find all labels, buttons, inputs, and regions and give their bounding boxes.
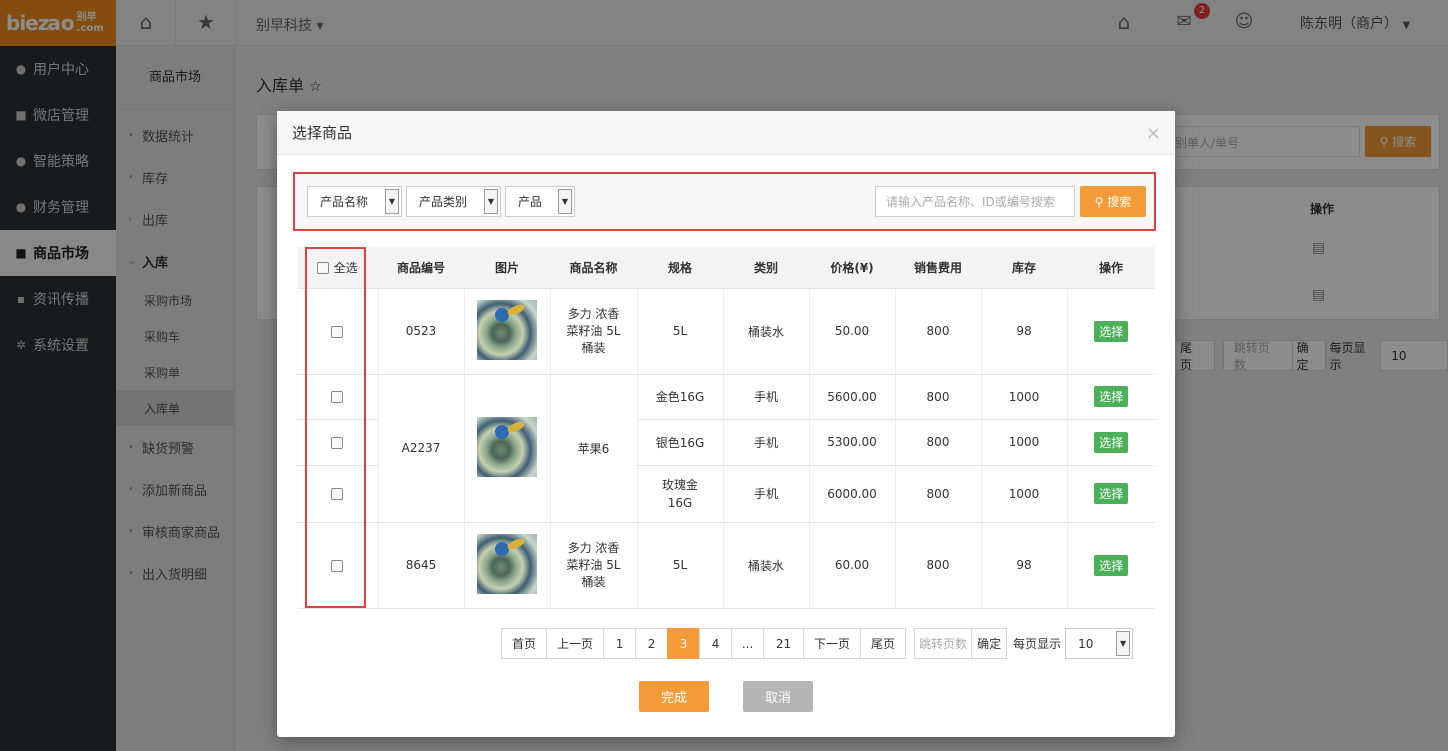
cell-code: 8645 — [377, 522, 464, 609]
row-checkbox[interactable] — [331, 391, 344, 403]
col-category: 类别 — [723, 247, 809, 289]
first-page-button[interactable]: 首页 — [501, 628, 548, 659]
modal-header: 选择商品 — [277, 111, 1175, 155]
col-name: 商品名称 — [550, 247, 637, 289]
page-21[interactable]: 21 — [763, 628, 805, 659]
cell-fee: 800 — [894, 419, 981, 466]
cell-stock: 1000 — [980, 374, 1067, 420]
table-row: A2237 苹果6 金色16G 手机 5600.00 800 1000 选择 — [297, 374, 1155, 523]
jump-page-input[interactable]: 跳转页数 — [914, 628, 973, 659]
cell-price: 6000.00 — [808, 465, 895, 523]
last-page-button[interactable]: 尾页 — [860, 628, 907, 659]
close-icon[interactable]: × — [1146, 123, 1161, 144]
cell-stock: 1000 — [980, 465, 1067, 523]
cell-spec: 银色16G — [636, 419, 723, 466]
product-category-select[interactable]: 产品类别 ▼ — [406, 186, 501, 217]
pagination: 首页 上一页 1 2 3 4 ... 21 下一页 尾页 跳转页数 确定 每页显… — [501, 628, 1134, 659]
chevron-down-icon: ▼ — [558, 189, 572, 214]
select-button[interactable]: 选择 — [1094, 483, 1129, 504]
page-1[interactable]: 1 — [603, 628, 637, 659]
confirm-jump-button[interactable]: 确定 — [971, 628, 1008, 659]
cell-spec: 5L — [636, 522, 723, 609]
cancel-button[interactable]: 取消 — [743, 681, 813, 712]
select-all-checkbox[interactable] — [317, 262, 330, 275]
cell-code: A2237 — [377, 374, 464, 523]
col-fee: 销售费用 — [895, 247, 981, 289]
product-table: 全选 商品编号 图片 商品名称 规格 类别 价格(¥) 销售费用 库存 操作 0… — [297, 247, 1155, 609]
select-button[interactable]: 选择 — [1094, 431, 1129, 453]
product-image — [477, 299, 537, 360]
cell-name: 苹果6 — [549, 374, 637, 523]
select-button[interactable]: 选择 — [1094, 386, 1129, 407]
cell-category: 手机 — [722, 419, 809, 466]
col-code: 商品编号 — [378, 247, 464, 289]
pagesize-label: 每页显示 — [1013, 637, 1062, 651]
pagesize-select[interactable]: 10 ▼ — [1065, 628, 1134, 659]
cell-code: 0523 — [377, 288, 464, 375]
search-input[interactable]: 请输入产品名称、ID或编号搜索 — [875, 186, 1075, 217]
page-4[interactable]: 4 — [699, 628, 733, 659]
cell-fee: 800 — [894, 522, 981, 609]
done-button[interactable]: 完成 — [639, 681, 709, 712]
col-image: 图片 — [464, 247, 550, 289]
cell-spec: 5L — [636, 288, 723, 375]
chevron-down-icon: ▼ — [1116, 631, 1131, 656]
cell-stock: 98 — [980, 288, 1067, 375]
cell-category: 桶装水 — [722, 288, 809, 375]
cell-stock: 1000 — [980, 419, 1067, 466]
product-image — [477, 533, 537, 594]
cell-name: 多力 浓香菜籽油 5L 桶装 — [549, 522, 637, 609]
cell-category: 手机 — [722, 374, 809, 420]
cell-fee: 800 — [894, 288, 981, 375]
table-header-row: 全选 商品编号 图片 商品名称 规格 类别 价格(¥) 销售费用 库存 操作 — [297, 247, 1155, 289]
table-row: 0523 多力 浓香菜籽油 5L 桶装 5L 桶装水 50.00 800 98 … — [297, 288, 1155, 375]
row-checkbox[interactable] — [331, 559, 344, 572]
select-product-modal: 选择商品 × 产品名称 ▼ 产品类别 ▼ 产品 ▼ 请输入产品名称、ID或编号搜索 ⚲… — [277, 111, 1175, 737]
col-price: 价格(¥) — [809, 247, 895, 289]
chevron-down-icon: ▼ — [385, 189, 399, 214]
cell-category: 桶装水 — [722, 522, 809, 609]
prev-page-button[interactable]: 上一页 — [546, 628, 605, 659]
cell-fee: 800 — [894, 374, 981, 420]
cell-price: 60.00 — [808, 522, 895, 609]
cell-price: 50.00 — [808, 288, 895, 375]
cell-price: 5300.00 — [808, 419, 895, 466]
row-checkbox[interactable] — [331, 488, 344, 500]
cell-price: 5600.00 — [808, 374, 895, 420]
cell-fee: 800 — [894, 465, 981, 523]
product-name-select[interactable]: 产品名称 ▼ — [307, 186, 402, 217]
table-row: 8645 多力 浓香菜籽油 5L 桶装 5L 桶装水 60.00 800 98 … — [297, 522, 1155, 609]
product-select[interactable]: 产品 ▼ — [505, 186, 575, 217]
cell-spec: 玫瑰金 16G — [636, 465, 723, 523]
row-checkbox[interactable] — [331, 325, 344, 338]
cell-stock: 98 — [980, 522, 1067, 609]
modal-title: 选择商品 — [292, 124, 353, 142]
filter-bar: 产品名称 ▼ 产品类别 ▼ 产品 ▼ 请输入产品名称、ID或编号搜索 ⚲ 搜索 — [293, 172, 1156, 231]
select-button[interactable]: 选择 — [1094, 554, 1129, 576]
product-image — [477, 416, 537, 477]
cell-name: 多力 浓香菜籽油 5L 桶装 — [549, 288, 637, 375]
col-action: 操作 — [1067, 247, 1155, 289]
col-spec: 规格 — [637, 247, 723, 289]
page-2[interactable]: 2 — [635, 628, 669, 659]
row-checkbox[interactable] — [331, 436, 344, 449]
select-button[interactable]: 选择 — [1094, 320, 1129, 342]
select-all-header[interactable]: 全选 — [297, 247, 378, 289]
cell-spec: 金色16G — [636, 374, 723, 420]
next-page-button[interactable]: 下一页 — [803, 628, 862, 659]
page-ellipsis: ... — [731, 628, 765, 659]
col-stock: 库存 — [981, 247, 1067, 289]
cell-category: 手机 — [722, 465, 809, 523]
page-3-current[interactable]: 3 — [667, 628, 701, 659]
search-button[interactable]: ⚲ 搜索 — [1080, 186, 1146, 217]
chevron-down-icon: ▼ — [484, 189, 498, 214]
search-icon: ⚲ — [1094, 194, 1104, 209]
